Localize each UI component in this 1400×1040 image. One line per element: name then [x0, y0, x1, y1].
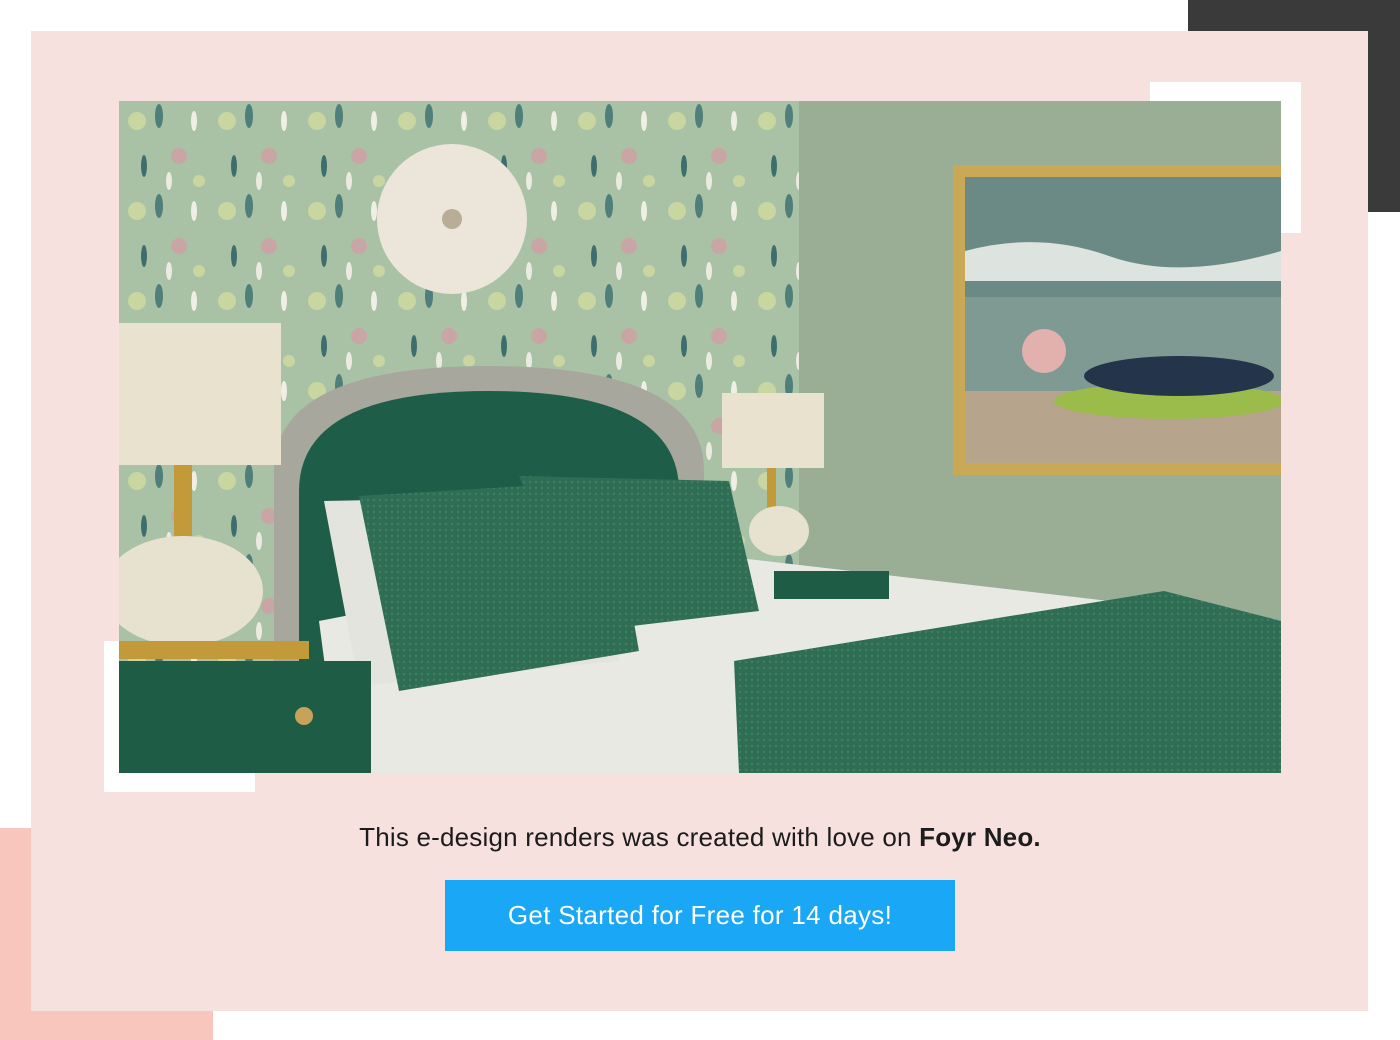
- caption-text: This e-design renders was created with l…: [359, 822, 920, 852]
- caption-brand: Foyr Neo.: [919, 822, 1041, 852]
- bedroom-render-image: [119, 101, 1281, 773]
- get-started-button[interactable]: Get Started for Free for 14 days!: [445, 880, 955, 951]
- caption: This e-design renders was created with l…: [0, 822, 1400, 853]
